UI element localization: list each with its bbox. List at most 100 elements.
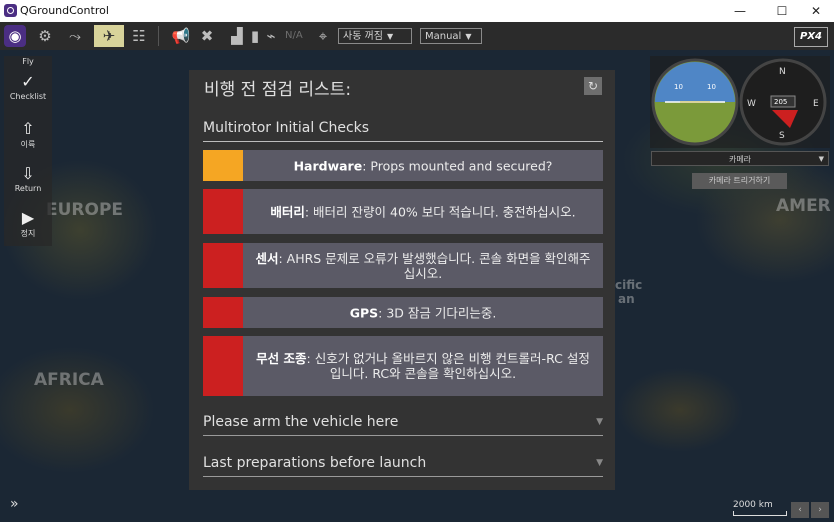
camera-dropdown-label: 카메라 bbox=[728, 155, 752, 164]
title-bar: QGroundControl — ☐ ✕ bbox=[0, 0, 834, 23]
map-scale-label: 2000 km bbox=[733, 500, 773, 510]
checklist-item-message: 3D 잠금 기다리는중. bbox=[386, 305, 497, 320]
flight-mode-label: 사동 꺼짐 bbox=[343, 31, 383, 42]
checklist-title: 비행 전 점검 리스트: bbox=[204, 80, 352, 100]
takeoff-tool-button[interactable]: ⇧ 이륙 bbox=[4, 119, 52, 150]
gps-satellite-icon[interactable]: ⌁ bbox=[264, 25, 278, 47]
close-button[interactable]: ✕ bbox=[796, 0, 834, 22]
checklist-item-name: Hardware bbox=[293, 158, 363, 173]
map-scale-bar bbox=[733, 511, 787, 516]
section-last-preparations[interactable]: Last preparations before launch ▼ bbox=[203, 452, 603, 477]
checklist-item-name: 무선 조종 bbox=[256, 351, 307, 366]
checklist-item-gps[interactable]: GPS: 3D 잠금 기다리는중. bbox=[203, 297, 603, 328]
fly-header: Fly bbox=[22, 57, 34, 66]
section-title: Multirotor Initial Checks bbox=[203, 120, 370, 136]
rc-icon[interactable]: ▟ bbox=[226, 25, 248, 47]
checkmark-circle-icon: ✓ bbox=[21, 72, 35, 91]
map-label: an bbox=[618, 292, 635, 306]
checklist-item-name: GPS bbox=[349, 305, 379, 320]
section-label: Last preparations before launch bbox=[203, 455, 427, 471]
plan-route-icon[interactable]: ⤳ bbox=[64, 25, 86, 47]
camera-trigger-button[interactable]: 카메라 트리거하기 bbox=[692, 173, 787, 189]
stop-label: 정지 bbox=[20, 229, 36, 238]
flight-mode-dropdown[interactable]: 사동 꺼짐 ▼ bbox=[338, 28, 412, 44]
section-divider bbox=[203, 141, 603, 142]
zoom-in-button[interactable]: › bbox=[811, 502, 829, 518]
checklist-item-text: Hardware: Props mounted and secured? bbox=[293, 158, 553, 173]
checklist-item-rc[interactable]: 무선 조종: 신호가 없거나 올바르지 않은 비행 컨트롤러-RC 설정입니다.… bbox=[203, 336, 603, 396]
fly-tool-panel: Fly ✓ Checklist ⇧ 이륙 ⇩ Return ▶ 정지 bbox=[4, 56, 52, 246]
section-arm-vehicle[interactable]: Please arm the vehicle here ▼ bbox=[203, 411, 603, 436]
chevron-down-icon: ▼ bbox=[386, 32, 394, 41]
signal-icon[interactable]: ▮ bbox=[248, 25, 262, 47]
status-indicator bbox=[203, 243, 243, 288]
status-indicator bbox=[203, 336, 243, 396]
status-indicator bbox=[203, 150, 243, 181]
checklist-item-name: 배터리 bbox=[270, 204, 305, 219]
map-label: AMER bbox=[776, 196, 831, 216]
heading-value: 205 bbox=[774, 98, 787, 106]
qgc-logo-icon[interactable]: ◉ bbox=[4, 25, 26, 47]
crosshair-icon[interactable]: ⌖ bbox=[312, 25, 334, 47]
checklist-item-hardware[interactable]: Hardware: Props mounted and secured? bbox=[203, 150, 603, 181]
checklist-tool-button[interactable]: ✓ Checklist bbox=[4, 72, 52, 101]
stop-tool-button[interactable]: ▶ 정지 bbox=[4, 208, 52, 239]
compass-mark: W bbox=[747, 99, 756, 109]
checklist-item-battery[interactable]: 배터리: 배터리 잔량이 40% 보다 적습니다. 충전하십시오. bbox=[203, 189, 603, 234]
fly-view-icon[interactable]: ✈ bbox=[94, 25, 124, 47]
main-toolbar: ◉ ⚙ ⤳ ✈ ☷ 📢 ✖ ▟ ▮ ⌁ N/A ⌖ 사동 꺼짐 ▼ Manual ▼… bbox=[0, 22, 834, 50]
attitude-mark: 10 bbox=[674, 83, 683, 91]
vehicle-icon[interactable]: ✖ bbox=[196, 25, 218, 47]
analyze-icon[interactable]: ☷ bbox=[128, 25, 150, 47]
section-label: Please arm the vehicle here bbox=[203, 414, 399, 430]
checklist-item-message: 신호가 없거나 올바르지 않은 비행 컨트롤러-RC 설정입니다. RC와 콘솔… bbox=[314, 351, 590, 381]
zoom-out-button[interactable]: ‹ bbox=[791, 502, 809, 518]
map-label: cific bbox=[615, 278, 643, 292]
mode-dropdown[interactable]: Manual ▼ bbox=[420, 28, 482, 44]
takeoff-icon: ⇧ bbox=[21, 119, 35, 138]
compass-mark: E bbox=[813, 99, 819, 109]
checklist-item-message: Props mounted and secured? bbox=[370, 158, 553, 173]
checklist-item-sensors[interactable]: 센서: AHRS 문제로 오류가 발생했습니다. 콘솔 화면을 확인해주십시오. bbox=[203, 243, 603, 288]
preflight-checklist-panel: 비행 전 점검 리스트: ↻ Multirotor Initial Checks… bbox=[189, 70, 615, 490]
checklist-item-name: 센서 bbox=[255, 250, 279, 266]
return-label: Return bbox=[14, 184, 42, 193]
takeoff-label: 이륙 bbox=[20, 140, 36, 149]
map-label: AFRICA bbox=[34, 370, 104, 390]
checklist-label: Checklist bbox=[9, 92, 47, 101]
checklist-item-message: 배터리 잔량이 40% 보다 적습니다. 충전하십시오. bbox=[313, 204, 576, 219]
instrument-panel: 10 10 N S E W 205 bbox=[650, 56, 830, 148]
map-label: EUROPE bbox=[46, 200, 124, 220]
chevron-down-icon: ▼ bbox=[596, 458, 603, 468]
checklist-item-text: 무선 조종: 신호가 없거나 올바르지 않은 비행 컨트롤러-RC 설정입니다.… bbox=[256, 351, 590, 381]
status-indicator bbox=[203, 297, 243, 328]
attitude-mark: 10 bbox=[707, 83, 716, 91]
checklist-item-message: AHRS 문제로 오류가 발생했습니다. 콘솔 화면을 확인해주십시오. bbox=[286, 250, 591, 281]
checklist-item-text: 센서: AHRS 문제로 오류가 발생했습니다. 콘솔 화면을 확인해주십시오. bbox=[255, 250, 591, 281]
chevron-down-icon: ▼ bbox=[465, 32, 472, 41]
status-indicator bbox=[203, 189, 243, 234]
checklist-item-text: GPS: 3D 잠금 기다리는중. bbox=[349, 305, 497, 320]
checklist-item-text: 배터리: 배터리 잔량이 40% 보다 적습니다. 충전하십시오. bbox=[270, 204, 576, 219]
qgc-app-icon bbox=[4, 4, 17, 17]
chevron-down-icon: ▼ bbox=[596, 417, 603, 427]
px4-logo: PX4 bbox=[794, 27, 828, 47]
attitude-sky bbox=[655, 62, 735, 102]
instrument-svg: 10 10 N S E W 205 bbox=[651, 58, 827, 146]
camera-dropdown[interactable]: 카메라 ▼ bbox=[651, 151, 829, 166]
toolbar-divider bbox=[158, 26, 159, 46]
chevron-down-icon: ▼ bbox=[818, 155, 824, 163]
mode-label: Manual bbox=[425, 31, 462, 42]
window-title: QGroundControl bbox=[20, 4, 109, 17]
return-icon: ⇩ bbox=[21, 164, 35, 183]
return-tool-button[interactable]: ⇩ Return bbox=[4, 164, 52, 193]
gps-status: N/A bbox=[285, 30, 303, 41]
play-icon: ▶ bbox=[21, 208, 35, 227]
compass-mark: N bbox=[779, 67, 786, 77]
settings-gear-icon[interactable]: ⚙ bbox=[34, 25, 56, 47]
reset-checklist-icon[interactable]: ↻ bbox=[584, 77, 602, 95]
expand-chevron-icon[interactable]: » bbox=[10, 496, 19, 512]
compass-mark: S bbox=[779, 131, 785, 141]
minimize-button[interactable]: — bbox=[720, 0, 760, 22]
megaphone-icon[interactable]: 📢 bbox=[170, 25, 192, 47]
